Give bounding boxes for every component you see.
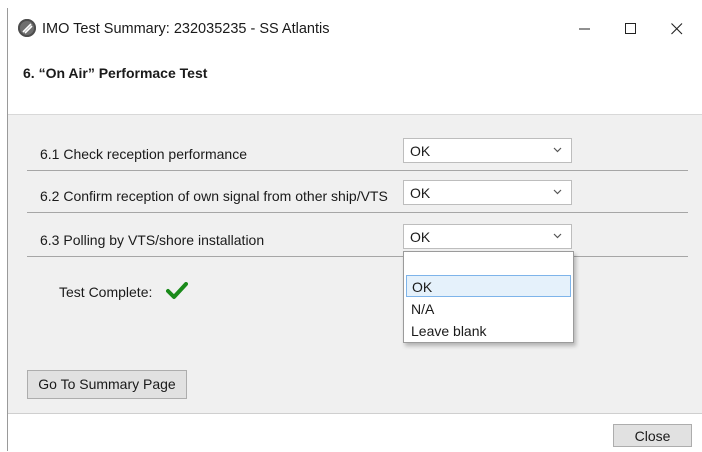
app-logo-icon [18,19,36,37]
test-row-6-1: 6.1 Check reception performance OK [27,134,688,171]
section-header: 6. “On Air” Performace Test [7,50,702,114]
result-dropdown-list[interactable]: OK N/A Leave blank [403,251,574,343]
test-complete-label: Test Complete: [59,284,153,300]
dropdown-option[interactable]: Leave blank [406,320,571,342]
title-bar[interactable]: IMO Test Summary: 232035235 - SS Atlanti… [7,8,702,50]
checkmark-icon [166,282,188,299]
dropdown-option-selected[interactable]: OK [406,275,571,297]
go-to-summary-button[interactable]: Go To Summary Page [27,370,187,399]
test-label: 6.2 Confirm reception of own signal from… [40,188,388,204]
test-row-6-2: 6.2 Confirm reception of own signal from… [27,176,688,213]
maximize-button[interactable] [608,8,654,50]
test-panel: 6.1 Check reception performance OK 6.2 C… [7,114,702,413]
dialog-footer [7,413,702,452]
window-title: IMO Test Summary: 232035235 - SS Atlanti… [42,21,330,37]
select-value: OK [410,229,431,245]
chevron-down-icon [553,233,562,239]
close-icon [671,23,683,35]
minimize-button[interactable] [562,8,608,50]
dropdown-option[interactable]: N/A [406,298,571,320]
test-label: 6.3 Polling by VTS/shore installation [40,232,265,248]
chevron-down-icon [553,189,562,195]
close-button[interactable]: Close [613,424,692,447]
chevron-down-icon [553,147,562,153]
select-value: OK [410,185,431,201]
result-select[interactable]: OK [403,138,572,163]
result-select[interactable]: OK [403,180,572,205]
select-value: OK [410,143,431,159]
close-window-button[interactable] [654,8,700,50]
section-title: 6. “On Air” Performace Test [23,65,208,81]
minimize-icon [579,28,590,30]
result-select[interactable]: OK [403,224,572,249]
window-border [7,8,8,451]
test-row-6-3: 6.3 Polling by VTS/shore installation OK [27,220,688,257]
maximize-icon [625,23,636,34]
dropdown-option[interactable] [406,254,571,276]
test-label: 6.1 Check reception performance [40,146,247,162]
dialog-window: IMO Test Summary: 232035235 - SS Atlanti… [7,8,702,452]
